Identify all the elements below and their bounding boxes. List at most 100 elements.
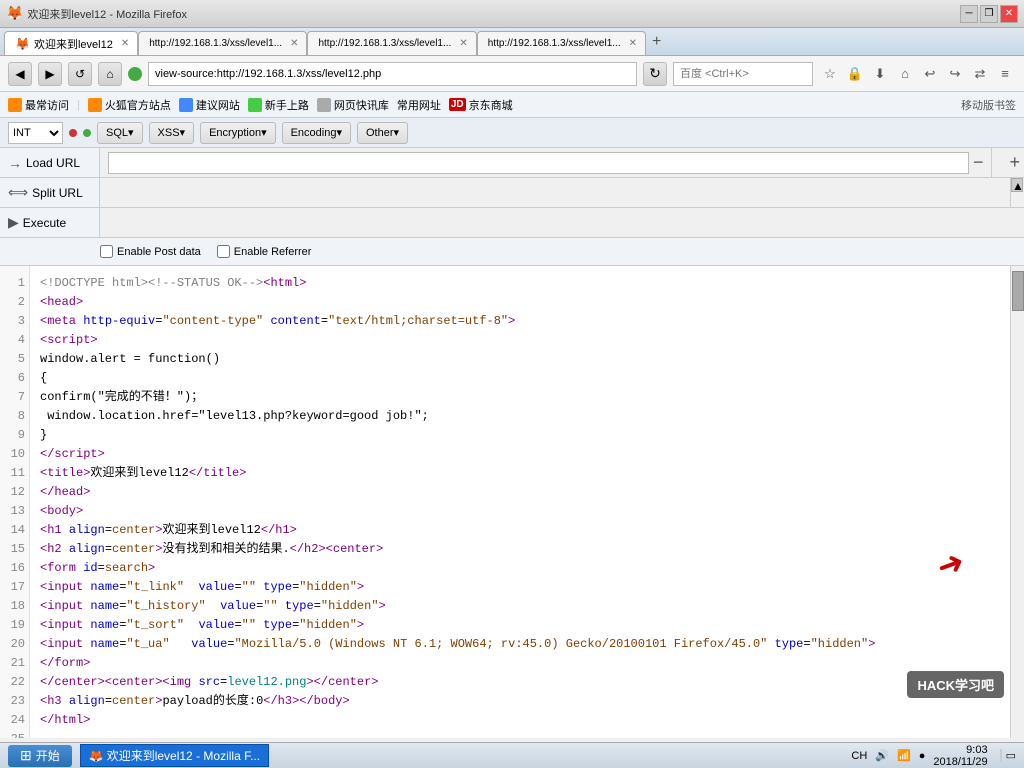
taskbar-browser-btn[interactable]: 🦊 欢迎来到level12 - Mozilla F... bbox=[80, 744, 269, 767]
encoding-menu[interactable]: Encoding▾ bbox=[282, 122, 351, 144]
back-arrow-icon[interactable]: ↩ bbox=[919, 63, 941, 85]
source-line-23: <h3 align=center>payload的长度:0</h3></body… bbox=[40, 692, 1000, 711]
bookmarks-bar: 最常访问 | 火狐官方站点 建议网站 新手上路 网页快讯库 常用网址 JD 京东… bbox=[0, 92, 1024, 118]
bookmark-common[interactable]: 常用网址 bbox=[397, 97, 441, 113]
bookmark-icon-zuichang bbox=[8, 98, 22, 112]
url-minus-button[interactable]: − bbox=[973, 152, 984, 173]
status-dot-green bbox=[83, 129, 91, 137]
show-desktop-icon[interactable]: ▭ bbox=[1000, 749, 1016, 762]
vertical-scrollbar[interactable] bbox=[1010, 266, 1024, 738]
url-input-area: − bbox=[100, 148, 991, 177]
tab-close-icon[interactable]: ✕ bbox=[459, 38, 467, 49]
bookmark-newbie[interactable]: 新手上路 bbox=[248, 97, 309, 113]
new-tab-button[interactable]: + bbox=[646, 33, 667, 51]
forward-button[interactable]: ▶ bbox=[38, 62, 62, 86]
tab-favicon: 🦊 bbox=[15, 37, 30, 51]
tab-close-icon[interactable]: ✕ bbox=[121, 38, 129, 49]
source-line-14: <h1 align=center>欢迎来到level12</h1> bbox=[40, 521, 1000, 540]
address-input[interactable] bbox=[148, 62, 637, 86]
source-line-11: <title>欢迎来到level12</title> bbox=[40, 464, 1000, 483]
time-value: 9:03 bbox=[933, 744, 987, 756]
source-line-8: window.location.href="level13.php?keywor… bbox=[40, 407, 1000, 426]
encryption-menu[interactable]: Encryption▾ bbox=[200, 122, 276, 144]
referrer-label: Enable Referrer bbox=[234, 246, 312, 258]
source-line-22: </center><center><img src=level12.png></… bbox=[40, 673, 1000, 692]
bookmark-jd[interactable]: JD 京东商城 bbox=[449, 97, 513, 113]
source-line-6: { bbox=[40, 369, 1000, 388]
search-input[interactable] bbox=[673, 62, 813, 86]
execute-label[interactable]: Execute bbox=[23, 216, 66, 230]
page-info-icon[interactable]: 🔒 bbox=[844, 63, 866, 85]
url-text-input[interactable] bbox=[108, 152, 969, 174]
tab-level12[interactable]: 🦊 欢迎来到level12 ✕ bbox=[4, 31, 138, 55]
lang-indicator: CH bbox=[851, 750, 867, 762]
referrer-checkbox[interactable] bbox=[217, 245, 230, 258]
bookmark-page-icon[interactable]: ⌂ bbox=[894, 63, 916, 85]
sound-icon[interactable]: 🔊 bbox=[875, 749, 889, 762]
execute-icon: ▶ bbox=[8, 214, 19, 231]
start-button[interactable]: ⊞ 开始 bbox=[8, 745, 72, 767]
menu-icon[interactable]: ≡ bbox=[994, 63, 1016, 85]
url-plus-button[interactable]: + bbox=[1009, 152, 1020, 173]
post-data-checkbox-label[interactable]: Enable Post data bbox=[100, 245, 201, 258]
encoding-select[interactable]: INT UTF-8 GBK bbox=[8, 122, 63, 144]
bookmark-huhu[interactable]: 火狐官方站点 bbox=[88, 97, 171, 113]
secure-icon bbox=[128, 67, 142, 81]
download-icon[interactable]: ⬇ bbox=[869, 63, 891, 85]
window-controls[interactable]: ─ ❒ ✕ bbox=[960, 5, 1018, 23]
source-line-20: <input name="t_ua" value="Mozilla/5.0 (W… bbox=[40, 635, 1000, 654]
main-area: → Load URL − + ⟺ Split URL ▲ ▶ Execute bbox=[0, 148, 1024, 738]
source-line-19: <input name="t_sort" value="" type="hidd… bbox=[40, 616, 1000, 635]
address-bar: ◀ ▶ ↺ ⌂ ↻ ☆ 🔒 ⬇ ⌂ ↩ ↪ ⇄ ≡ bbox=[0, 56, 1024, 92]
mobile-bookmark[interactable]: 移动版书签 bbox=[961, 97, 1016, 113]
source-line-18: <input name="t_history" value="" type="h… bbox=[40, 597, 1000, 616]
split-url-area: ⟺ Split URL bbox=[0, 178, 100, 207]
browser-favicon: 🦊 bbox=[6, 5, 23, 22]
split-url-label[interactable]: Split URL bbox=[32, 186, 83, 200]
tab-xss3[interactable]: http://192.168.1.3/xss/level1... ✕ bbox=[477, 31, 646, 55]
url-row: → Load URL − + bbox=[0, 148, 1024, 178]
tab-xss2[interactable]: http://192.168.1.3/xss/level1... ✕ bbox=[307, 31, 476, 55]
split-url-row: ⟺ Split URL ▲ bbox=[0, 178, 1024, 208]
close-button[interactable]: ✕ bbox=[1000, 5, 1018, 23]
back-button[interactable]: ◀ bbox=[8, 62, 32, 86]
referrer-checkbox-label[interactable]: Enable Referrer bbox=[217, 245, 312, 258]
minimize-button[interactable]: ─ bbox=[960, 5, 978, 23]
tab-xss1[interactable]: http://192.168.1.3/xss/level1... ✕ bbox=[138, 31, 307, 55]
bookmark-suggest[interactable]: 建议网站 bbox=[179, 97, 240, 113]
scrollbar-right: ▲ bbox=[1010, 178, 1024, 207]
post-data-checkbox[interactable] bbox=[100, 245, 113, 258]
jd-icon: JD bbox=[449, 98, 466, 111]
refresh-icon[interactable]: ↻ bbox=[643, 62, 667, 86]
source-line-25 bbox=[40, 730, 1000, 738]
source-line-10: </script> bbox=[40, 445, 1000, 464]
source-line-4: <script> bbox=[40, 331, 1000, 350]
plus-btn-area: + bbox=[1005, 148, 1024, 177]
forward-arrow-icon[interactable]: ↪ bbox=[944, 63, 966, 85]
home-button[interactable]: ⌂ bbox=[98, 62, 122, 86]
titlebar: 🦊 欢迎来到level12 - Mozilla Firefox ─ ❒ ✕ bbox=[0, 0, 1024, 28]
scrollbar-top-right bbox=[991, 148, 1005, 177]
source-line-17: <input name="t_link" value="" type="hidd… bbox=[40, 578, 1000, 597]
tab-close-icon[interactable]: ✕ bbox=[629, 38, 637, 49]
bookmark-zuichang[interactable]: 最常访问 bbox=[8, 97, 69, 113]
scrollbar-thumb[interactable] bbox=[1012, 271, 1024, 311]
restore-button[interactable]: ❒ bbox=[980, 5, 998, 23]
source-line-2: <head> bbox=[40, 293, 1000, 312]
windows-icon: ⊞ bbox=[20, 747, 32, 764]
taskbar-browser-icon: 🦊 bbox=[89, 749, 104, 763]
network-icon[interactable]: 📶 bbox=[897, 749, 911, 762]
other-menu[interactable]: Other▾ bbox=[357, 122, 408, 144]
reload-button[interactable]: ↺ bbox=[68, 62, 92, 86]
bookmark-star-icon[interactable]: ☆ bbox=[819, 63, 841, 85]
bookmark-icon-newbie bbox=[248, 98, 262, 112]
scrollbar-up-arrow[interactable]: ▲ bbox=[1011, 178, 1023, 192]
titlebar-info: 🦊 欢迎来到level12 - Mozilla Firefox bbox=[6, 5, 187, 22]
xss-menu[interactable]: XSS▾ bbox=[149, 122, 195, 144]
source-line-21: </form> bbox=[40, 654, 1000, 673]
load-url-label[interactable]: Load URL bbox=[26, 156, 80, 170]
tab-close-icon[interactable]: ✕ bbox=[290, 38, 298, 49]
sync-icon[interactable]: ⇄ bbox=[969, 63, 991, 85]
sql-menu[interactable]: SQL▾ bbox=[97, 122, 143, 144]
bookmark-newsfeed[interactable]: 网页快讯库 bbox=[317, 97, 389, 113]
